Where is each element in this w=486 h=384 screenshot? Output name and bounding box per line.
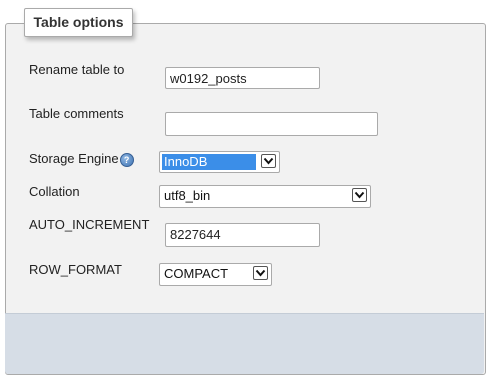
chevron-down-icon [352, 188, 367, 202]
collation-select[interactable]: utf8_bin [159, 185, 371, 208]
row-format-value: COMPACT [164, 266, 229, 281]
storage-engine-label-wrap: Storage Engine? [29, 151, 134, 167]
collation-value: utf8_bin [164, 188, 211, 203]
rename-table-label: Rename table to [29, 62, 125, 77]
storage-engine-label: Storage Engine [29, 151, 119, 166]
chevron-down-icon [253, 266, 268, 280]
storage-engine-select[interactable]: InnoDB [159, 151, 280, 173]
row-format-select[interactable]: COMPACT [159, 263, 272, 286]
rename-table-input[interactable]: w0192_posts [165, 67, 320, 89]
help-icon[interactable]: ? [119, 152, 134, 167]
chevron-down-icon [261, 154, 276, 168]
table-comments-label: Table comments [29, 106, 124, 121]
panel-footer [5, 313, 484, 374]
collation-label: Collation [29, 184, 80, 199]
auto-increment-input[interactable]: 8227644 [165, 223, 320, 247]
row-format-label: ROW_FORMAT [29, 262, 122, 277]
storage-engine-value: InnoDB [162, 154, 256, 170]
auto-increment-label: AUTO_INCREMENT [29, 217, 150, 232]
panel-legend: Table options [24, 8, 133, 37]
table-comments-input[interactable] [165, 112, 378, 136]
